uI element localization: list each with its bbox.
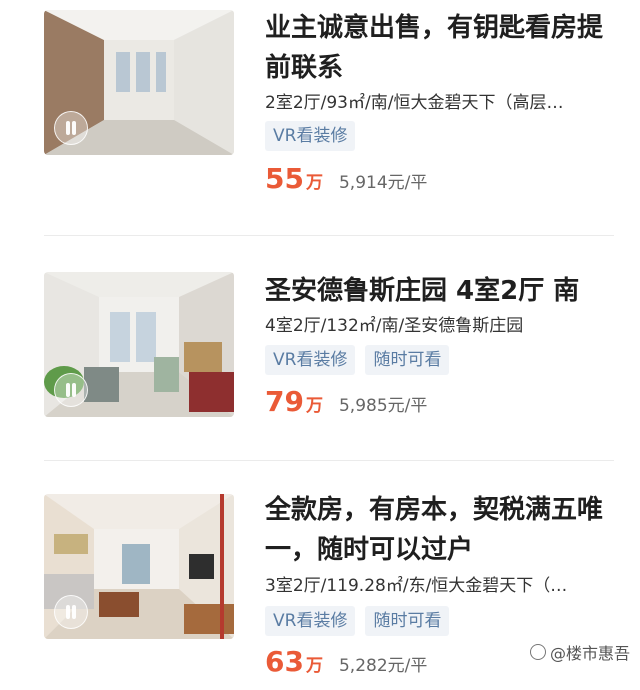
tag-view-anytime: 随时可看 bbox=[365, 606, 450, 636]
tag-vr-decoration: VR看装修 bbox=[265, 121, 356, 151]
tag-view-anytime: 随时可看 bbox=[365, 345, 450, 375]
weibo-logo-icon bbox=[529, 644, 546, 660]
watermark: @楼市惠吾 bbox=[529, 640, 630, 664]
listing-thumbnail[interactable] bbox=[44, 494, 234, 639]
listing-thumbnail[interactable] bbox=[44, 10, 234, 155]
vr-tour-icon[interactable] bbox=[54, 373, 88, 407]
listing-card[interactable]: 圣安德鲁斯庄园 4室2厅 南 4室2厅/132㎡/南/圣安德鲁斯庄园 VR看装修… bbox=[0, 236, 640, 456]
total-price: 79 bbox=[265, 385, 304, 418]
total-price: 55 bbox=[265, 162, 304, 195]
listing-specs: 2室2厅/93㎡/南/恒大金碧天下（高层… bbox=[265, 93, 564, 113]
listing-title[interactable]: 圣安德鲁斯庄园 4室2厅 南 bbox=[265, 271, 615, 311]
listing-specs: 3室2厅/119.28㎡/东/恒大金碧天下（… bbox=[265, 576, 568, 596]
unit-price: 5,985元/平 bbox=[338, 396, 428, 416]
listing-tags: VR看装修 bbox=[265, 121, 356, 151]
vr-tour-icon[interactable] bbox=[54, 111, 88, 145]
total-price-unit: 万 bbox=[305, 173, 323, 193]
price-row: 63 万 5,282元/平 bbox=[265, 645, 427, 681]
price-row: 79 万 5,985元/平 bbox=[265, 385, 427, 421]
watermark-text: @楼市惠吾 bbox=[549, 644, 630, 663]
listing-tags: VR看装修 随时可看 bbox=[265, 345, 450, 375]
price-row: 55 万 5,914元/平 bbox=[265, 162, 427, 198]
listing-tags: VR看装修 随时可看 bbox=[265, 606, 450, 636]
listing-specs: 4室2厅/132㎡/南/圣安德鲁斯庄园 bbox=[265, 316, 524, 336]
total-price-unit: 万 bbox=[305, 396, 323, 416]
listing-title[interactable]: 全款房，有房本，契税满五唯一，随时可以过户 bbox=[265, 490, 615, 570]
listing-title[interactable]: 业主诚意出售，有钥匙看房提前联系 bbox=[265, 8, 615, 88]
unit-price: 5,282元/平 bbox=[338, 656, 428, 676]
vr-tour-icon[interactable] bbox=[54, 595, 88, 629]
unit-price: 5,914元/平 bbox=[338, 173, 428, 193]
listing-thumbnail[interactable] bbox=[44, 272, 234, 417]
total-price: 63 bbox=[265, 645, 304, 678]
tag-vr-decoration: VR看装修 bbox=[265, 345, 356, 375]
total-price-unit: 万 bbox=[305, 656, 323, 676]
tag-vr-decoration: VR看装修 bbox=[265, 606, 356, 636]
listing-card[interactable]: 业主诚意出售，有钥匙看房提前联系 2室2厅/93㎡/南/恒大金碧天下（高层… V… bbox=[0, 0, 640, 220]
